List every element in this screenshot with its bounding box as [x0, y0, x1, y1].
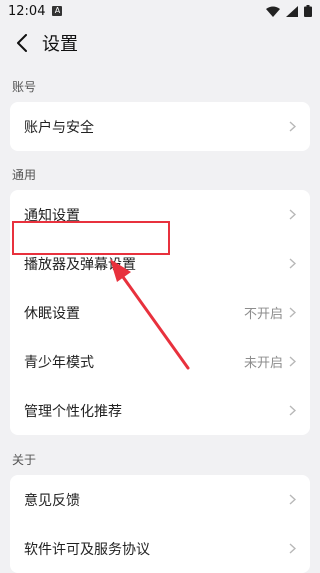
annotation-arrow-icon — [110, 259, 190, 370]
